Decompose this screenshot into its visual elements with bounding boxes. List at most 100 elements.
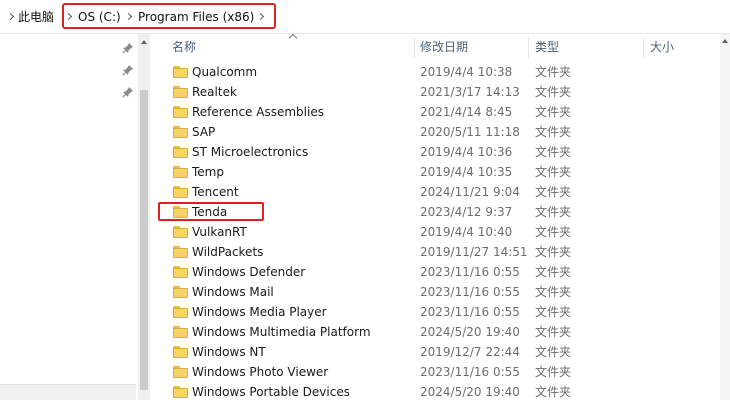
file-type: 文件夹 bbox=[535, 385, 572, 399]
file-name: Reference Assemblies bbox=[192, 105, 324, 119]
folder-icon bbox=[173, 226, 188, 238]
horizontal-scrollbar[interactable] bbox=[0, 384, 136, 400]
file-name: Windows Multimedia Platform bbox=[192, 325, 371, 339]
file-name: Windows Media Player bbox=[192, 305, 327, 319]
folder-icon bbox=[173, 146, 188, 158]
list-item[interactable]: Windows Portable Devices 2024/5/20 19:40… bbox=[150, 382, 720, 400]
highlight-box bbox=[62, 3, 276, 29]
file-name: ST Microelectronics bbox=[192, 145, 309, 159]
file-name: Qualcomm bbox=[192, 65, 258, 79]
file-date: 2024/5/20 19:40 bbox=[420, 385, 520, 399]
address-bar: 此电脑 OS (C:) Program Files (x86) bbox=[0, 0, 730, 34]
file-type: 文件夹 bbox=[535, 125, 572, 139]
list-item[interactable]: Windows Mail 2023/11/16 0:55 文件夹 bbox=[150, 282, 720, 302]
list-item[interactable]: Windows NT 2019/12/7 22:44 文件夹 bbox=[150, 342, 720, 362]
folder-icon bbox=[173, 326, 188, 338]
folder-icon bbox=[173, 106, 188, 118]
file-type: 文件夹 bbox=[535, 185, 572, 199]
list-item[interactable]: SAP 2020/5/11 11:18 文件夹 bbox=[150, 122, 720, 142]
list-item[interactable]: VulkanRT 2019/4/4 10:40 文件夹 bbox=[150, 222, 720, 242]
file-list: Qualcomm 2019/4/4 10:38 文件夹 Realtek 2021… bbox=[150, 62, 720, 400]
column-date[interactable]: 修改日期 bbox=[420, 34, 468, 62]
file-date: 2024/11/21 9:04 bbox=[420, 185, 520, 199]
file-name: VulkanRT bbox=[192, 225, 247, 239]
file-type: 文件夹 bbox=[535, 365, 572, 379]
list-item[interactable]: Qualcomm 2019/4/4 10:38 文件夹 bbox=[150, 62, 720, 82]
list-item[interactable]: Temp 2019/4/4 10:35 文件夹 bbox=[150, 162, 720, 182]
file-date: 2023/11/16 0:55 bbox=[420, 285, 520, 299]
file-type: 文件夹 bbox=[535, 345, 572, 359]
highlight-box bbox=[158, 202, 264, 221]
sort-ascending-icon bbox=[288, 33, 298, 39]
list-item[interactable]: Realtek 2021/3/17 14:13 文件夹 bbox=[150, 82, 720, 102]
folder-icon bbox=[173, 126, 188, 138]
scroll-up-icon[interactable] bbox=[141, 40, 147, 44]
nav-scrollbar[interactable] bbox=[138, 34, 150, 400]
file-name: SAP bbox=[192, 125, 216, 139]
file-date: 2021/4/14 8:45 bbox=[420, 105, 513, 119]
file-date: 2023/11/16 0:55 bbox=[420, 265, 520, 279]
folder-icon bbox=[173, 166, 188, 178]
folder-icon bbox=[173, 186, 188, 198]
file-type: 文件夹 bbox=[535, 265, 572, 279]
folder-icon bbox=[173, 366, 188, 378]
file-type: 文件夹 bbox=[535, 205, 572, 219]
file-type: 文件夹 bbox=[535, 65, 572, 79]
file-date: 2024/5/20 19:40 bbox=[420, 325, 520, 339]
file-type: 文件夹 bbox=[535, 245, 572, 259]
navigation-pane bbox=[0, 34, 150, 400]
file-name: Windows NT bbox=[192, 345, 266, 359]
file-name: WildPackets bbox=[192, 245, 264, 259]
list-item[interactable]: Windows Multimedia Platform 2024/5/20 19… bbox=[150, 322, 720, 342]
folder-icon bbox=[173, 86, 188, 98]
folder-icon bbox=[173, 66, 188, 78]
pin-icon[interactable] bbox=[122, 42, 134, 54]
file-date: 2020/5/11 11:18 bbox=[420, 125, 520, 139]
file-type: 文件夹 bbox=[535, 105, 572, 119]
chevron-right-icon[interactable] bbox=[6, 11, 16, 23]
column-type[interactable]: 类型 bbox=[535, 34, 559, 62]
folder-icon bbox=[173, 306, 188, 318]
list-item[interactable]: Reference Assemblies 2021/4/14 8:45 文件夹 bbox=[150, 102, 720, 122]
file-name: Windows Defender bbox=[192, 265, 306, 279]
file-date: 2021/3/17 14:13 bbox=[420, 85, 520, 99]
scroll-thumb[interactable] bbox=[140, 90, 148, 390]
file-name: Windows Photo Viewer bbox=[192, 365, 329, 379]
file-date: 2019/12/7 22:44 bbox=[420, 345, 520, 359]
file-name: Temp bbox=[192, 165, 224, 179]
file-date: 2023/11/16 0:55 bbox=[420, 365, 520, 379]
file-date: 2019/4/4 10:40 bbox=[420, 225, 513, 239]
column-name[interactable]: 名称 bbox=[172, 34, 196, 62]
pin-icon[interactable] bbox=[122, 64, 134, 76]
file-date: 2019/4/4 10:35 bbox=[420, 165, 513, 179]
file-type: 文件夹 bbox=[535, 145, 572, 159]
list-item[interactable]: Tencent 2024/11/21 9:04 文件夹 bbox=[150, 182, 720, 202]
file-type: 文件夹 bbox=[535, 85, 572, 99]
column-divider[interactable] bbox=[528, 38, 529, 58]
list-item[interactable]: Windows Defender 2023/11/16 0:55 文件夹 bbox=[150, 262, 720, 282]
breadcrumb-this-pc[interactable]: 此电脑 bbox=[18, 0, 54, 34]
file-type: 文件夹 bbox=[535, 325, 572, 339]
file-type: 文件夹 bbox=[535, 165, 572, 179]
column-header: 名称 修改日期 类型 大小 bbox=[150, 34, 720, 62]
file-type: 文件夹 bbox=[535, 285, 572, 299]
pin-icon[interactable] bbox=[122, 86, 134, 98]
list-item[interactable]: Windows Photo Viewer 2023/11/16 0:55 文件夹 bbox=[150, 362, 720, 382]
list-item[interactable]: ST Microelectronics 2019/4/4 10:36 文件夹 bbox=[150, 142, 720, 162]
scroll-up-icon[interactable] bbox=[722, 39, 728, 43]
list-item[interactable]: Windows Media Player 2023/11/16 0:55 文件夹 bbox=[150, 302, 720, 322]
file-list-scrollbar[interactable] bbox=[720, 34, 730, 400]
list-item[interactable]: WildPackets 2019/11/27 14:51 文件夹 bbox=[150, 242, 720, 262]
column-size[interactable]: 大小 bbox=[650, 34, 674, 62]
folder-icon bbox=[173, 286, 188, 298]
folder-icon bbox=[173, 346, 188, 358]
file-name: Windows Portable Devices bbox=[192, 385, 350, 399]
file-type: 文件夹 bbox=[535, 225, 572, 239]
file-date: 2023/11/16 0:55 bbox=[420, 305, 520, 319]
file-date: 2019/11/27 14:51 bbox=[420, 245, 528, 259]
column-divider[interactable] bbox=[414, 38, 415, 58]
folder-icon bbox=[173, 266, 188, 278]
file-name: Windows Mail bbox=[192, 285, 274, 299]
column-divider[interactable] bbox=[643, 38, 644, 58]
file-type: 文件夹 bbox=[535, 305, 572, 319]
